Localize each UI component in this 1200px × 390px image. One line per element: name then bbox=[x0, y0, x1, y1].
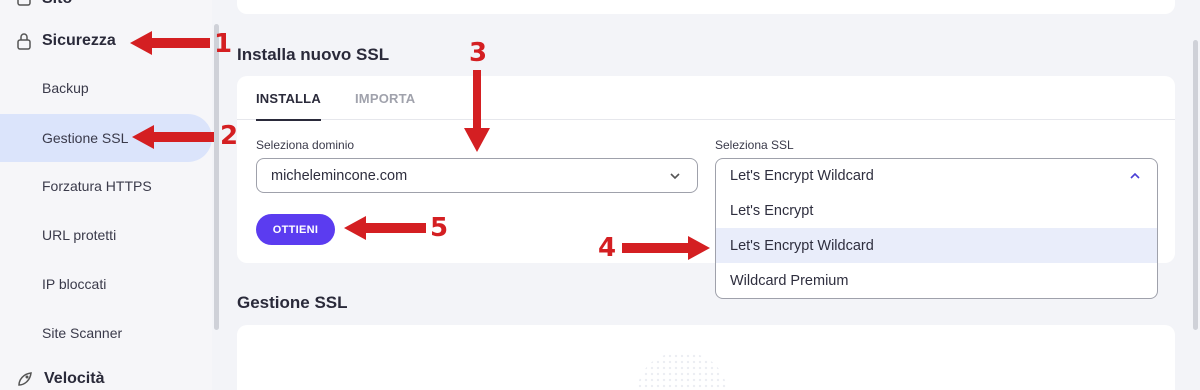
ssl-label: Seleziona SSL bbox=[715, 138, 794, 152]
empty-state-illustration bbox=[637, 353, 727, 390]
ssl-select-value: Let's Encrypt Wildcard bbox=[730, 168, 874, 184]
ssl-option[interactable]: Wildcard Premium bbox=[716, 263, 1157, 298]
ssl-option-label: Let's Encrypt Wildcard bbox=[730, 237, 874, 254]
annotation-number-2: 2 bbox=[220, 121, 239, 151]
sidebar-item-security[interactable]: Sicurezza bbox=[16, 32, 116, 50]
tab-bar: INSTALLA IMPORTA bbox=[237, 76, 1175, 121]
annotation-number-5: 5 bbox=[430, 213, 449, 243]
sidebar-scrollbar[interactable] bbox=[214, 24, 219, 330]
domain-select-value: michelemincone.com bbox=[271, 167, 408, 184]
sidebar-item-speed[interactable]: Velocità bbox=[16, 370, 104, 388]
sidebar-item-label: Forzatura HTTPS bbox=[42, 178, 152, 194]
ssl-option[interactable]: Let's Encrypt bbox=[716, 193, 1157, 228]
main-scrollbar[interactable] bbox=[1193, 40, 1198, 330]
annotation-arrow-1 bbox=[130, 31, 210, 55]
ssl-dropdown-menu: Let's Encrypt Let's Encrypt Wildcard Wil… bbox=[715, 193, 1158, 299]
lock-icon bbox=[17, 33, 31, 50]
sidebar-item-label: URL protetti bbox=[42, 227, 117, 243]
annotation-arrow-5 bbox=[344, 216, 426, 240]
sidebar-item-label: IP bloccati bbox=[42, 276, 107, 292]
annotation-arrow-3 bbox=[464, 70, 490, 152]
sidebar-item-force-https[interactable]: Forzatura HTTPS bbox=[0, 162, 212, 210]
tab-import[interactable]: IMPORTA bbox=[355, 76, 415, 120]
ssl-option-label: Wildcard Premium bbox=[730, 272, 849, 289]
annotation-arrow-2 bbox=[132, 125, 214, 149]
gear-icon bbox=[17, 0, 31, 6]
sidebar-item-site[interactable]: Sito bbox=[16, 0, 72, 8]
install-ssl-title: Installa nuovo SSL bbox=[237, 45, 390, 64]
sidebar-item-site-scanner[interactable]: Site Scanner bbox=[0, 309, 212, 357]
sidebar-item-label: Site Scanner bbox=[42, 325, 123, 341]
sidebar-item-backup[interactable]: Backup bbox=[0, 64, 212, 112]
annotation-arrow-4 bbox=[622, 236, 710, 260]
get-ssl-button-label: OTTIENI bbox=[272, 223, 319, 236]
annotation-number-1: 1 bbox=[214, 29, 233, 59]
get-ssl-button[interactable]: OTTIENI bbox=[256, 214, 335, 245]
sidebar-item-label: Gestione SSL bbox=[42, 130, 129, 146]
previous-card bbox=[237, 0, 1175, 14]
ssl-option-highlighted[interactable]: Let's Encrypt Wildcard bbox=[716, 228, 1157, 263]
chevron-down-icon bbox=[670, 173, 680, 180]
chevron-up-icon bbox=[1130, 172, 1140, 179]
tab-install-label: INSTALLA bbox=[256, 90, 321, 106]
sidebar-item-security-label: Sicurezza bbox=[42, 32, 116, 49]
ssl-management-card bbox=[237, 325, 1175, 390]
sidebar-item-blocked-ips[interactable]: IP bloccati bbox=[0, 260, 212, 308]
ssl-option-label: Let's Encrypt bbox=[730, 202, 814, 219]
sidebar-item-site-label: Sito bbox=[42, 0, 72, 8]
domain-select[interactable]: michelemincone.com bbox=[256, 158, 698, 193]
tab-import-label: IMPORTA bbox=[355, 90, 416, 106]
annotation-number-3: 3 bbox=[469, 38, 488, 68]
sidebar-item-speed-label: Velocità bbox=[44, 370, 105, 387]
sidebar: Sito Sicurezza Backup Gestione SSL Forza… bbox=[0, 0, 212, 390]
annotation-number-4: 4 bbox=[598, 233, 617, 263]
ssl-select[interactable]: Let's Encrypt Wildcard bbox=[715, 158, 1158, 193]
ssl-management-title: Gestione SSL bbox=[237, 293, 348, 312]
sidebar-item-protected-urls[interactable]: URL protetti bbox=[0, 211, 212, 259]
domain-label: Seleziona dominio bbox=[256, 138, 355, 152]
rocket-icon bbox=[18, 372, 32, 386]
tab-install[interactable]: INSTALLA bbox=[256, 76, 321, 121]
sidebar-item-label: Backup bbox=[42, 80, 89, 96]
